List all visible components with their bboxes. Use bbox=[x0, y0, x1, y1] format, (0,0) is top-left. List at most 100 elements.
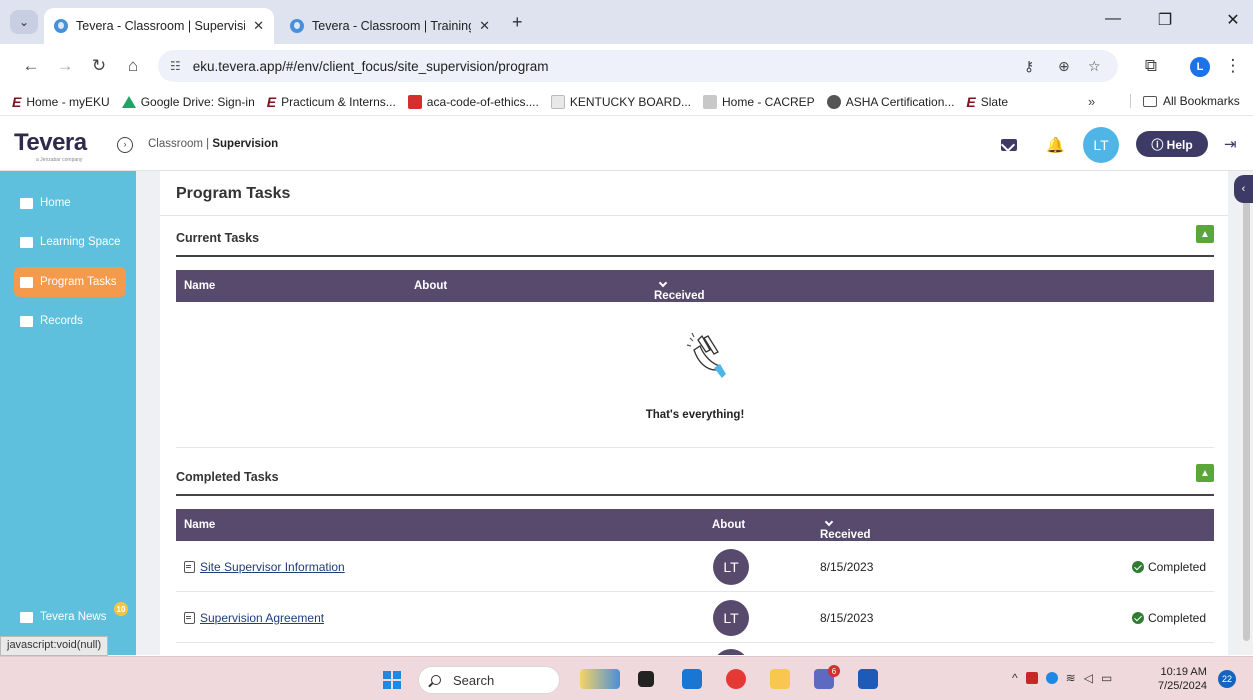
system-tray: ^ ≋ ◁ ▭ bbox=[1012, 671, 1112, 685]
logout-icon[interactable]: ⇥ bbox=[1224, 135, 1237, 153]
notifications-badge[interactable]: 22 bbox=[1218, 670, 1236, 688]
empty-state-text: That's everything! bbox=[645, 409, 745, 421]
eku-logo-icon: E bbox=[966, 93, 976, 110]
globe-icon bbox=[826, 94, 841, 109]
column-name[interactable]: Name bbox=[184, 519, 215, 531]
column-name[interactable]: Name bbox=[184, 280, 215, 292]
column-about[interactable]: About bbox=[712, 519, 745, 531]
back-icon[interactable]: ← bbox=[20, 56, 42, 76]
taskbar-search[interactable]: Search bbox=[418, 666, 560, 694]
check-circle-icon bbox=[1131, 561, 1144, 573]
eku-logo-icon: E bbox=[266, 93, 277, 110]
sidebar-item-learning-space[interactable]: Learning Space bbox=[14, 227, 126, 257]
task-link[interactable]: Site Supervisor Information bbox=[200, 560, 345, 574]
page-title: Program Tasks bbox=[176, 185, 291, 202]
bookmark-home-myeku[interactable]: E Home - myEKU bbox=[12, 95, 110, 109]
sidebar-item-tevera-news[interactable]: Tevera News bbox=[14, 602, 126, 632]
sidebar-item-records[interactable]: Records bbox=[14, 306, 126, 336]
logo-subtitle: a Jenzabar company bbox=[36, 157, 83, 163]
volume-icon[interactable]: ◁ bbox=[1084, 671, 1093, 685]
about-avatar[interactable]: LT bbox=[713, 600, 749, 636]
tab-close-icon[interactable]: ✕ bbox=[479, 18, 490, 34]
browser-menu-icon[interactable]: ⋮ bbox=[1222, 56, 1244, 76]
chevron-down-icon bbox=[824, 517, 834, 527]
zoom-icon[interactable]: ⊕ bbox=[1058, 50, 1070, 82]
bookmark-cacrep[interactable]: Home - CACREP bbox=[703, 94, 815, 109]
about-avatar[interactable]: LT bbox=[713, 549, 749, 585]
chrome-icon[interactable] bbox=[726, 669, 746, 689]
window-close-icon[interactable]: ✕ bbox=[1218, 10, 1248, 30]
profile-avatar[interactable]: L bbox=[1190, 57, 1210, 77]
help-button[interactable]: ⓘ Help bbox=[1136, 131, 1208, 157]
home-icon[interactable]: ⌂ bbox=[122, 56, 144, 76]
forward-icon[interactable]: → bbox=[54, 56, 76, 76]
mail-icon[interactable] bbox=[1001, 139, 1017, 151]
status-badge: Completed bbox=[1131, 560, 1206, 574]
received-date: 8/15/2023 bbox=[820, 611, 874, 625]
taskbar: Search 6 ^ ≋ ◁ ▭ 10:19 AM 7/25/2024 22 bbox=[0, 656, 1253, 700]
about-avatar[interactable] bbox=[713, 649, 749, 655]
task-view-icon[interactable] bbox=[638, 671, 654, 687]
context-switch-icon[interactable]: › bbox=[117, 137, 133, 153]
minimize-icon[interactable]: — bbox=[1098, 10, 1128, 28]
tab-training[interactable]: Tevera - Classroom | Training - ( ✕ bbox=[280, 8, 500, 44]
pdf-icon bbox=[407, 94, 422, 109]
clock[interactable]: 10:19 AM 7/25/2024 bbox=[1158, 665, 1207, 693]
restore-icon[interactable]: ❐ bbox=[1150, 10, 1180, 30]
site-settings-icon[interactable]: ☷ bbox=[170, 59, 181, 73]
wifi-icon[interactable]: ≋ bbox=[1066, 671, 1076, 685]
task-link[interactable]: Supervision Agreement bbox=[200, 611, 324, 625]
chevron-up-icon[interactable]: ^ bbox=[1012, 671, 1018, 685]
column-about[interactable]: About bbox=[414, 280, 447, 292]
bookmark-kentucky-board[interactable]: KENTUCKY BOARD... bbox=[550, 94, 691, 109]
browser-toolbar: ← → ↻ ⌂ ☷ eku.tevera.app/#/env/client_fo… bbox=[0, 44, 1253, 88]
bookmark-slate[interactable]: E Slate bbox=[966, 95, 1008, 109]
tray-app-icon[interactable] bbox=[1025, 672, 1038, 684]
extensions-icon[interactable]: ⧉ bbox=[1140, 56, 1162, 76]
column-received-on[interactable]: Received On bbox=[820, 517, 871, 553]
tab-supervision[interactable]: Tevera - Classroom | Supervision ✕ bbox=[44, 8, 274, 44]
chevron-down-icon bbox=[658, 278, 668, 288]
completed-tasks-header-row: Name About Received On bbox=[176, 509, 1214, 553]
widgets-icon[interactable] bbox=[580, 669, 620, 689]
clapping-hands-icon bbox=[686, 332, 726, 378]
bookmark-google-drive[interactable]: Google Drive: Sign-in bbox=[121, 95, 255, 109]
table-row: Site Supervisor Information LT 8/15/2023… bbox=[176, 542, 1214, 592]
password-key-icon[interactable]: ⚷ bbox=[1024, 50, 1034, 82]
tab-close-icon[interactable]: ✕ bbox=[253, 18, 264, 34]
file-explorer-icon[interactable] bbox=[770, 669, 790, 689]
battery-icon[interactable]: ▭ bbox=[1101, 671, 1112, 685]
collapse-completed-button[interactable]: ▲ bbox=[1196, 464, 1214, 482]
collapse-current-button[interactable]: ▲ bbox=[1196, 225, 1214, 243]
bell-icon[interactable]: 🔔 bbox=[1046, 136, 1065, 154]
reload-icon[interactable]: ↻ bbox=[88, 56, 110, 76]
new-tab-button[interactable]: + bbox=[512, 12, 523, 33]
tevera-logo[interactable]: Tevera bbox=[14, 129, 87, 157]
windows-start-icon[interactable] bbox=[383, 671, 401, 689]
current-tasks-header-row: Name About Received On bbox=[176, 270, 1214, 314]
tab-search-chevron-icon[interactable]: ⌄ bbox=[10, 10, 38, 34]
all-bookmarks-button[interactable]: All Bookmarks bbox=[1130, 94, 1240, 108]
page-icon bbox=[550, 94, 565, 109]
sidebar-item-program-tasks[interactable]: Program Tasks bbox=[14, 267, 126, 297]
program-tasks-panel: Program Tasks Current Tasks ▲ Name About… bbox=[160, 171, 1228, 655]
address-bar[interactable]: ☷ eku.tevera.app/#/env/client_focus/site… bbox=[158, 50, 1118, 82]
user-avatar[interactable]: LT bbox=[1083, 127, 1119, 163]
empty-state: That's everything! bbox=[176, 306, 1214, 448]
browser-tab-strip: ⌄ Tevera - Classroom | Supervision ✕ Tev… bbox=[0, 0, 1253, 44]
bookmark-aca-ethics[interactable]: aca-code-of-ethics.... bbox=[407, 94, 539, 109]
search-icon bbox=[431, 675, 441, 685]
bookmark-practicum[interactable]: E Practicum & Interns... bbox=[267, 95, 396, 109]
book-icon bbox=[20, 236, 33, 248]
bookmark-asha[interactable]: ASHA Certification... bbox=[826, 94, 954, 109]
bookmark-star-icon[interactable]: ☆ bbox=[1088, 50, 1101, 82]
chevron-left-icon[interactable]: ‹ bbox=[1234, 175, 1253, 203]
bookmarks-overflow-icon[interactable]: » bbox=[1088, 94, 1095, 109]
page-scrollbar[interactable] bbox=[1240, 171, 1253, 655]
outlook-icon[interactable] bbox=[682, 669, 702, 689]
sidebar-item-home[interactable]: Home bbox=[14, 188, 126, 218]
word-icon[interactable] bbox=[858, 669, 878, 689]
column-received-on[interactable]: Received On bbox=[654, 278, 705, 314]
onedrive-icon[interactable] bbox=[1045, 672, 1058, 684]
scroll-thumb[interactable] bbox=[1243, 181, 1250, 641]
